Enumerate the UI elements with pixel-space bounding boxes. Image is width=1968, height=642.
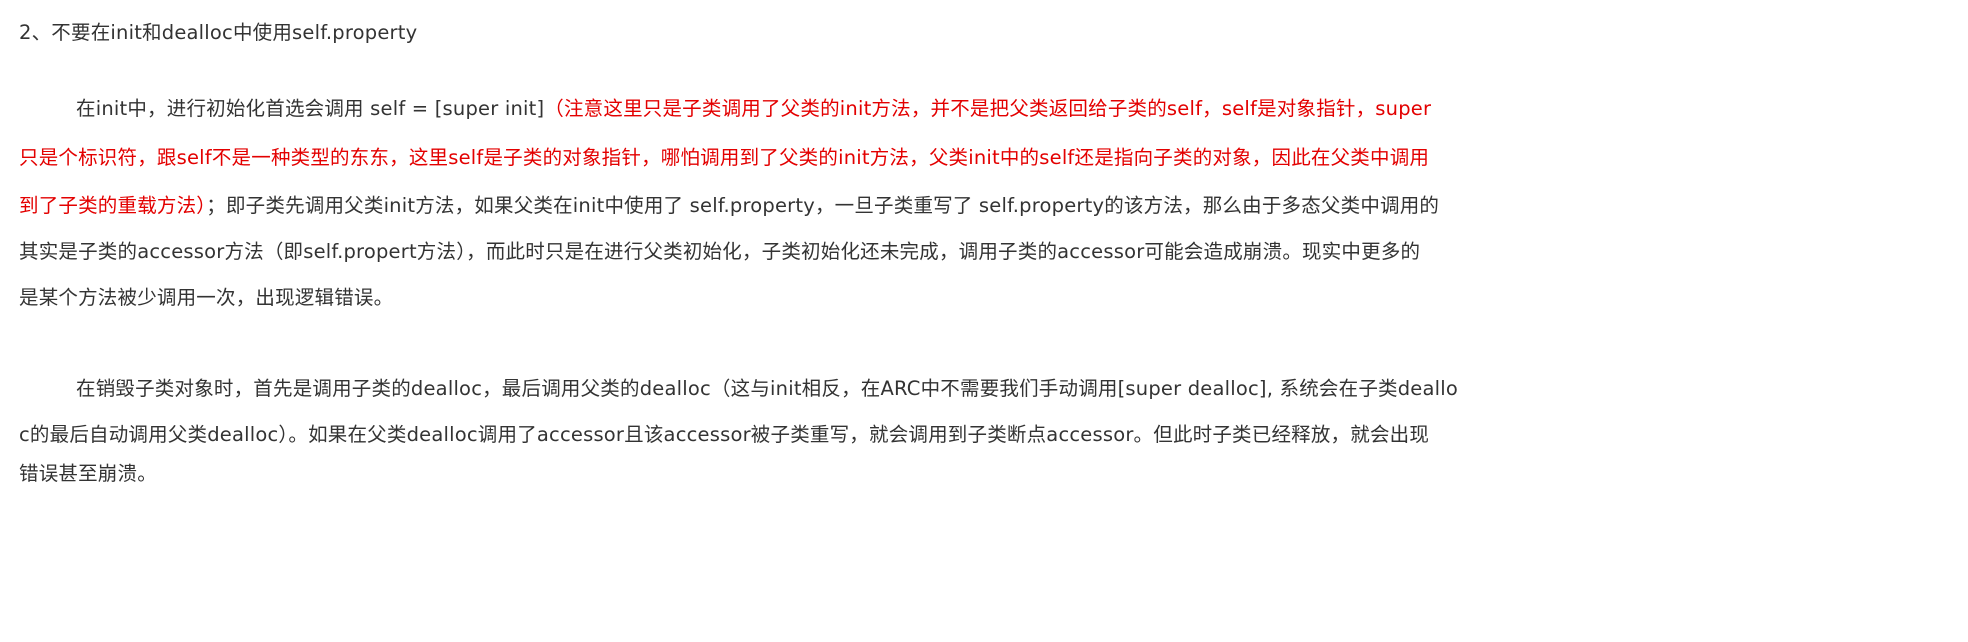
text-normal: ；即子类先调用父类init方法，如果父类在init中使用了 self.prope…	[206, 194, 1440, 217]
paragraph-line: 是某个方法被少调用一次，出现逻辑错误。	[19, 286, 394, 309]
text-normal: 在init中，进行初始化首选会调用 self = [super init]	[76, 97, 545, 120]
paragraph-line: c的最后自动调用父类dealloc）。如果在父类dealloc调用了access…	[19, 423, 1430, 446]
paragraph-line: 到了子类的重载方法）；即子类先调用父类init方法，如果父类在init中使用了 …	[19, 189, 1439, 218]
paragraph-line: 只是个标识符，跟self不是一种类型的东东，这里self是子类的对象指针，哪怕调…	[19, 146, 1430, 169]
text-highlight: （注意这里只是子类调用了父类的init方法，并不是把父类返回给子类的self，s…	[544, 97, 1432, 120]
paragraph-line: 在销毁子类对象时，首先是调用子类的dealloc，最后调用父类的dealloc（…	[76, 377, 1459, 400]
paragraph-line: 在init中，进行初始化首选会调用 self = [super init]（注意…	[76, 92, 1431, 121]
paragraph-line: 其实是子类的accessor方法（即self.propert方法），而此时只是在…	[19, 240, 1421, 263]
article: 2、不要在init和dealloc中使用self.property 在init中…	[0, 0, 1968, 642]
paragraph-line: 错误甚至崩溃。	[19, 462, 157, 485]
text-highlight: 到了子类的重载方法）	[19, 194, 207, 217]
section-heading: 2、不要在init和dealloc中使用self.property	[19, 21, 418, 44]
